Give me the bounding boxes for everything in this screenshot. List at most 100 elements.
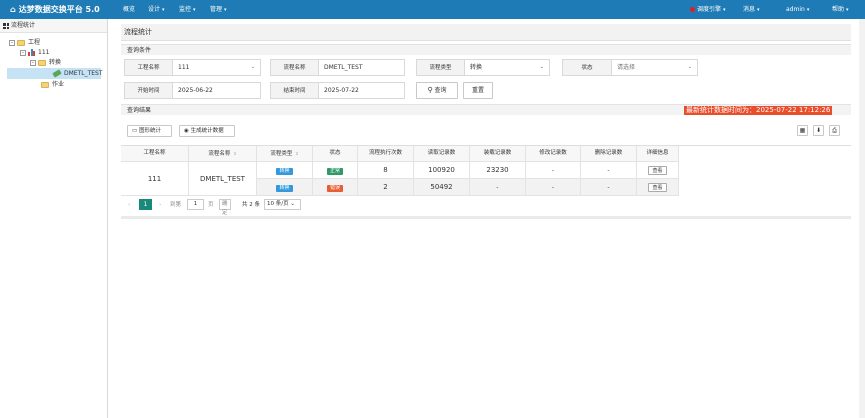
status-label: 状态: [562, 59, 611, 76]
table-row-2-type: 转换: [257, 179, 313, 196]
prev-page-button[interactable]: ‹: [128, 199, 130, 211]
caret-down-icon: ▾: [162, 7, 165, 13]
nav-messages[interactable]: 消息 ▾: [743, 0, 760, 19]
collapse-icon[interactable]: -: [20, 49, 26, 56]
page-unit-label: 页: [208, 202, 214, 208]
table-row-2-load: -: [470, 179, 526, 196]
latest-stat-time: 最新统计数据时间为：2025-07-22 17:12:26: [684, 106, 833, 115]
table-row-2-modify: -: [526, 179, 581, 196]
caret-down-icon: ▾: [723, 7, 726, 13]
type-label: 流程类型: [416, 59, 464, 76]
chevron-down-icon: ⌄: [539, 64, 544, 70]
tree-node-root[interactable]: - 工程: [9, 38, 40, 48]
generate-stat-button[interactable]: ◉ 生成统计数据: [179, 125, 235, 137]
col-header-type[interactable]: 流程类型 ⇕: [257, 146, 313, 162]
end-time-label: 结束时间: [270, 82, 318, 99]
transform-icon: [52, 69, 62, 78]
engine-status-icon: [690, 7, 695, 12]
collapse-icon[interactable]: -: [30, 59, 36, 66]
print-icon[interactable]: ⎙: [829, 125, 840, 136]
table-row-2-status: 错误: [313, 179, 358, 196]
nav-overview[interactable]: 概览: [123, 0, 135, 19]
col-header-project: 工程名称: [121, 146, 189, 162]
next-page-button[interactable]: ›: [159, 199, 161, 211]
nav-engine[interactable]: 调度引擎 ▾: [690, 0, 726, 19]
flow-name-input[interactable]: DMETL_TEST: [318, 59, 405, 76]
col-header-detail: 详细信息: [637, 146, 679, 162]
chevron-down-icon: ⌄: [687, 64, 692, 70]
caret-down-icon: ▾: [846, 7, 849, 13]
view-detail-button[interactable]: 查看: [648, 166, 667, 175]
search-icon: ⚲: [427, 86, 433, 94]
chat-icon: ▭: [132, 128, 138, 134]
nav-user[interactable]: admin ▾: [786, 0, 809, 19]
table-row-1-read: 100920: [414, 162, 470, 179]
chevron-down-icon: ⌄: [288, 201, 295, 207]
cell-project: 111: [121, 162, 189, 196]
table-row-1-delete: -: [581, 162, 637, 179]
chart-stat-button[interactable]: ▭ 图形统计: [127, 125, 172, 137]
table-row-2-detail: 查看: [637, 179, 679, 196]
caret-down-icon: ▾: [757, 7, 760, 13]
project-select[interactable]: 111 ⌄: [172, 59, 261, 76]
page-scrollbar[interactable]: [859, 19, 865, 418]
tree-node-dmetl-test[interactable]: DMETL_TEST: [52, 69, 103, 79]
page-size-select[interactable]: 10 条/页 ⌄: [264, 199, 301, 210]
home-icon: ⌂: [10, 5, 16, 14]
tree-node-group[interactable]: - 转换: [30, 58, 61, 68]
col-header-load: 装载记录数: [470, 146, 526, 162]
page-1-button[interactable]: 1: [139, 199, 152, 210]
sort-icon[interactable]: ⇕: [295, 146, 298, 161]
query-section-title: 查询条件: [121, 44, 851, 55]
sort-icon[interactable]: ⇕: [233, 146, 236, 161]
app-title: 达梦数据交换平台 5.0: [18, 5, 100, 14]
type-select[interactable]: 转换 ⌄: [464, 59, 550, 76]
start-date-input[interactable]: 2025-06-22: [172, 82, 261, 99]
cell-flow: DMETL_TEST: [189, 162, 257, 196]
tree-node-job[interactable]: 作业: [41, 80, 64, 90]
col-header-modify: 修改记录数: [526, 146, 581, 162]
caret-down-icon: ▾: [224, 7, 227, 13]
folder-icon: [38, 59, 46, 66]
sidebar: 流程统计 - 工程 -111 - 转换 DMETL_TEST 作业: [0, 19, 108, 418]
chevron-down-icon: ⌄: [250, 64, 255, 70]
caret-down-icon: ▾: [806, 7, 810, 13]
goto-page-input[interactable]: 1: [187, 199, 204, 210]
project-icon: [28, 49, 35, 56]
table-row-1-load: 23230: [470, 162, 526, 179]
col-header-status: 状态: [313, 146, 358, 162]
query-button[interactable]: ⚲ 查询: [416, 82, 458, 99]
goto-label: 到第: [170, 202, 182, 208]
confirm-page-button[interactable]: 确定: [219, 199, 231, 216]
col-header-runs: 流程执行次数: [358, 146, 414, 162]
columns-icon[interactable]: ▦: [797, 125, 808, 136]
record-icon: ◉: [184, 128, 189, 134]
collapse-icon[interactable]: -: [9, 39, 15, 46]
end-date-input[interactable]: 2025-07-22: [318, 82, 405, 99]
col-header-flow[interactable]: 流程名称 ⇕: [189, 146, 257, 162]
nav-help[interactable]: 帮助 ▾: [832, 0, 849, 19]
top-navbar: ⌂ 达梦数据交换平台 5.0 概览 设计 ▾ 监控 ▾ 管理 ▾ 调度引擎 ▾ 消息 ▾ a…: [0, 0, 865, 19]
project-label: 工程名称: [124, 59, 172, 76]
app-brand[interactable]: ⌂ 达梦数据交换平台 5.0: [10, 0, 100, 19]
sidebar-header: 流程统计: [0, 19, 107, 33]
reset-button[interactable]: 重置: [463, 82, 493, 99]
status-select[interactable]: 请选择 ⌄: [611, 59, 698, 76]
col-header-delete: 删除记录数: [581, 146, 637, 162]
card-divider: [121, 216, 851, 219]
nav-monitor[interactable]: 监控 ▾: [179, 0, 196, 19]
page-title: 流程统计: [121, 24, 851, 41]
table-row-1-detail: 查看: [637, 162, 679, 179]
start-time-label: 开始时间: [124, 82, 172, 99]
export-icon[interactable]: ⬇: [813, 125, 824, 136]
view-detail-button[interactable]: 查看: [648, 183, 667, 192]
nav-design[interactable]: 设计 ▾: [148, 0, 165, 19]
table-row-1-runs: 8: [358, 162, 414, 179]
result-table: 工程名称 流程名称 ⇕ 流程类型 ⇕ 状态 流程执行次数 读取记录数 装载记录数 修…: [121, 145, 851, 196]
col-header-read: 读取记录数: [414, 146, 470, 162]
table-row-2-delete: -: [581, 179, 637, 196]
folder-icon: [17, 39, 25, 46]
tree-node-project[interactable]: -111: [20, 48, 49, 58]
nav-manage[interactable]: 管理 ▾: [210, 0, 227, 19]
folder-icon: [41, 81, 49, 88]
